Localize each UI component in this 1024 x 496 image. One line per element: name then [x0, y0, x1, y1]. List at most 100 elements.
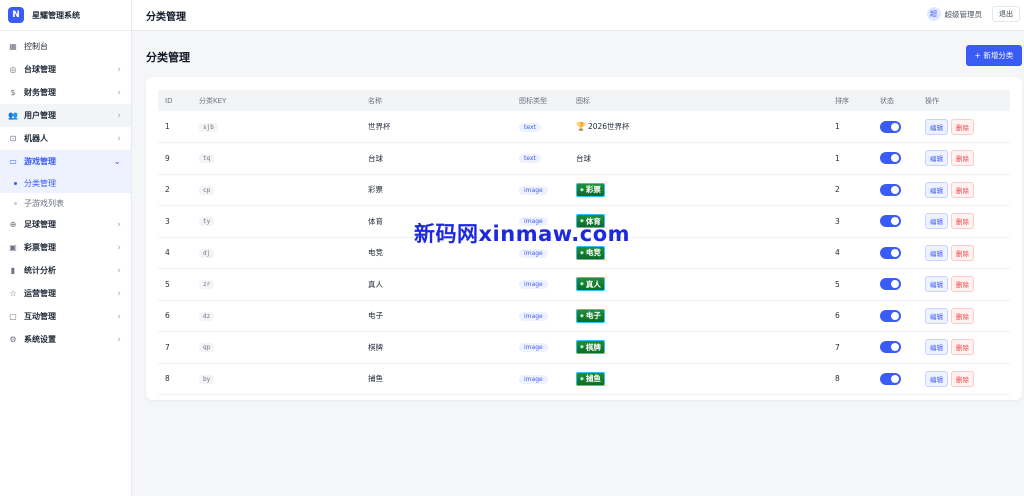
status-toggle[interactable] [880, 120, 901, 133]
edit-button[interactable]: 编辑 [925, 276, 948, 293]
table-row: 6 dz 电子 image ◆ 电子 6 编辑 删除 [158, 300, 1010, 332]
status-toggle[interactable] [880, 152, 901, 165]
edit-button[interactable]: 编辑 [925, 370, 948, 387]
cell-icon-type: image [512, 363, 569, 395]
sidebar-subitem-0[interactable]: 分类管理 [0, 173, 131, 193]
cell-icon-type: image [512, 237, 569, 269]
dollar-icon: $ [10, 88, 16, 97]
sidebar-item-5[interactable]: ▭ 游戏管理 ⌄ [0, 150, 131, 173]
sidebar-item-label: 机器人 [24, 134, 48, 143]
cell-actions: 编辑 删除 [918, 300, 1010, 332]
column-header: 名称 [368, 96, 382, 105]
delete-button[interactable]: 删除 [951, 307, 974, 324]
cell-key: zr [192, 269, 361, 301]
cell-icon: ◆ 捕鱼 [569, 363, 828, 395]
edit-button[interactable]: 编辑 [925, 181, 948, 198]
status-toggle[interactable] [880, 183, 901, 196]
sidebar-item-4[interactable]: ⊡ 机器人 › [0, 127, 131, 150]
status-toggle[interactable] [880, 372, 901, 385]
cell-status [873, 206, 918, 238]
cell-status [873, 111, 918, 143]
chat-icon: ▢ [9, 312, 17, 321]
cell-name: 真人 [368, 279, 383, 289]
status-toggle[interactable] [880, 215, 901, 228]
delete-button[interactable]: 删除 [951, 339, 974, 356]
cell-key: ty [192, 206, 361, 238]
edit-button[interactable]: 编辑 [925, 118, 948, 135]
sidebar-item-11[interactable]: ⚙ 系统设置 › [0, 328, 131, 351]
avatar[interactable]: 超 [926, 7, 941, 21]
key-chip: sjb [199, 122, 218, 132]
add-category-button[interactable]: + 新增分类 [966, 45, 1022, 66]
delete-button[interactable]: 删除 [951, 370, 974, 387]
chevron-right-icon: › [117, 288, 121, 299]
cell-sort: 1 [835, 122, 840, 131]
delete-button[interactable]: 删除 [951, 150, 974, 167]
category-image-icon: ◆ 体育 [576, 214, 605, 229]
sidebar-item-6[interactable]: ⊕ 足球管理 › [0, 213, 131, 236]
cell-sort: 7 [835, 342, 840, 352]
cell-actions: 编辑 删除 [918, 206, 1010, 238]
edit-button[interactable]: 编辑 [925, 213, 948, 230]
badge-dot-icon: ◆ [580, 344, 584, 351]
status-toggle[interactable] [880, 278, 901, 291]
column-header: 图标 [576, 96, 590, 105]
edit-button[interactable]: 编辑 [925, 244, 948, 261]
sidebar-item-9[interactable]: ☆ 运营管理 › [0, 282, 131, 305]
cell-actions: 编辑 删除 [918, 363, 1010, 395]
sidebar-menu: ▦ 控制台 ◎ 台球管理 › $ 财务管理 › 👥 用户管理 › ⊡ 机器人 › ▭ 游戏管理 ⌄ 分类管理子游戏… [0, 31, 131, 351]
sidebar-subitem-label: 分类管理 [24, 178, 56, 188]
cell-name: 棋牌 [368, 342, 383, 352]
sidebar-subitem-1[interactable]: 子游戏列表 [0, 193, 131, 213]
key-chip: by [199, 374, 215, 384]
robot-icon: ⊡ [9, 134, 17, 143]
key-chip: dz [199, 311, 215, 321]
sidebar-item-label: 统计分析 [24, 266, 56, 275]
category-image-icon: ◆ 捕鱼 [576, 371, 605, 386]
delete-button[interactable]: 删除 [951, 213, 974, 230]
brand[interactable]: N 星耀管理系统 [0, 0, 131, 31]
page-title: 分类管理 [146, 51, 190, 64]
cell-icon: 🏆 2026世界杯 [569, 111, 828, 143]
delete-button[interactable]: 删除 [951, 118, 974, 135]
sidebar-item-1[interactable]: ◎ 台球管理 › [0, 58, 131, 81]
badge-dot-icon: ◆ [580, 281, 584, 288]
icon-text-value: 2026世界杯 [587, 122, 630, 131]
delete-button[interactable]: 删除 [951, 181, 974, 198]
sidebar: N 星耀管理系统 ▦ 控制台 ◎ 台球管理 › $ 财务管理 › 👥 用户管理 › ⊡ 机器人 › ▭ 游戏管… [0, 0, 132, 496]
cell-sort: 2 [835, 185, 840, 195]
sidebar-item-8[interactable]: ▮ 统计分析 › [0, 259, 131, 282]
status-toggle[interactable] [880, 309, 901, 322]
icon-type-badge: text [519, 122, 541, 132]
cell-sort: 8 [835, 374, 840, 384]
cell-icon: ◆ 彩票 [569, 174, 828, 206]
delete-button[interactable]: 删除 [951, 276, 974, 293]
delete-button[interactable]: 删除 [951, 244, 974, 261]
brand-name: 星耀管理系统 [32, 10, 80, 20]
edit-button[interactable]: 编辑 [925, 150, 948, 167]
chevron-right-icon: › [117, 311, 121, 322]
user-area: 超 超级管理员 退出 [926, 6, 1020, 22]
chevron-right-icon: › [117, 219, 121, 230]
sidebar-item-0[interactable]: ▦ 控制台 [0, 35, 131, 58]
edit-button[interactable]: 编辑 [925, 339, 948, 356]
status-toggle[interactable] [880, 246, 901, 259]
column-header: 分类KEY [199, 96, 227, 105]
key-chip: ty [199, 217, 215, 227]
badge-dot-icon: ◆ [580, 186, 584, 193]
category-image-icon: ◆ 真人 [576, 277, 605, 292]
table-row: 8 by 捕鱼 image ◆ 捕鱼 8 编辑 删除 [158, 363, 1010, 395]
sidebar-item-3[interactable]: 👥 用户管理 › [0, 104, 131, 127]
logout-button[interactable]: 退出 [992, 6, 1020, 22]
sidebar-item-label: 运营管理 [24, 289, 56, 298]
sidebar-item-7[interactable]: ▣ 彩票管理 › [0, 236, 131, 259]
sidebar-item-2[interactable]: $ 财务管理 › [0, 81, 131, 104]
status-toggle[interactable] [880, 341, 901, 354]
cell-sort: 5 [835, 279, 840, 289]
sidebar-item-10[interactable]: ▢ 互动管理 › [0, 305, 131, 328]
cell-status [873, 332, 918, 364]
edit-button[interactable]: 编辑 [925, 307, 948, 324]
cell-id: 6 [165, 311, 170, 321]
chevron-right-icon: › [117, 334, 121, 345]
user-name[interactable]: 超级管理员 [945, 9, 983, 20]
